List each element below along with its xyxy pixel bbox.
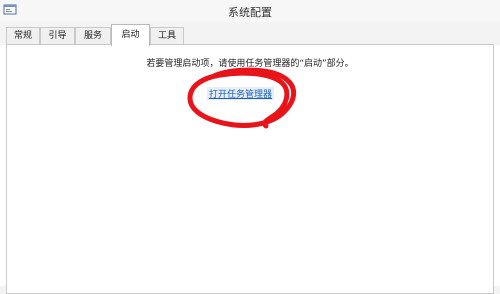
tab-services[interactable]: 服务 bbox=[75, 27, 111, 44]
open-task-manager-link[interactable]: 打开任务管理器 bbox=[207, 87, 275, 100]
tab-general[interactable]: 常规 bbox=[6, 27, 40, 44]
startup-tab-panel: 若要管理启动项，请使用任务管理器的“启动”部分。 打开任务管理器 bbox=[6, 44, 494, 294]
tab-boot[interactable]: 引导 bbox=[40, 27, 75, 44]
system-configuration-window: 系统配置 常规 引导 服务 启动 工具 若要管理启动项，请使用任务管理器的“启动… bbox=[0, 0, 500, 294]
title-bar: 系统配置 bbox=[0, 0, 500, 23]
startup-info-text: 若要管理启动项，请使用任务管理器的“启动”部分。 bbox=[146, 59, 354, 69]
tab-strip: 常规 引导 服务 启动 工具 bbox=[0, 22, 500, 46]
tab-startup[interactable]: 启动 bbox=[111, 24, 150, 46]
tab-tools[interactable]: 工具 bbox=[150, 27, 184, 44]
window-title: 系统配置 bbox=[228, 6, 272, 19]
